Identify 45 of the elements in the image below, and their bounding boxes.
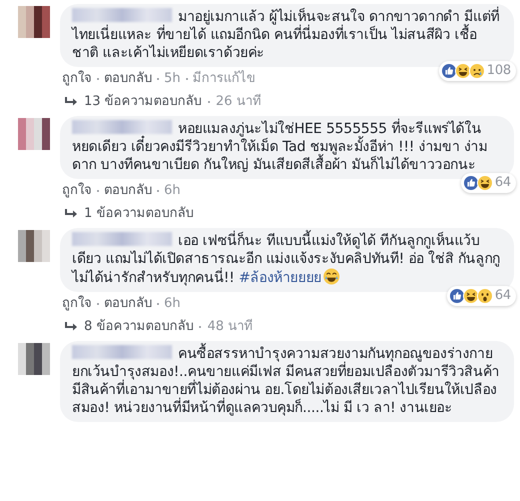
timestamp: 6h xyxy=(164,295,181,312)
haha-reaction-icon xyxy=(462,288,479,304)
separator-dot xyxy=(157,190,159,192)
replies-link[interactable]: 1 ข้อความตอบกลับ xyxy=(84,205,194,222)
replies-link[interactable]: 13 ข้อความตอบกลับ xyxy=(84,93,202,110)
reply-arrow-icon xyxy=(64,320,78,332)
haha-reaction-icon xyxy=(476,175,493,191)
avatar[interactable] xyxy=(18,118,50,150)
comment-text: มาอยู่เมกาแล้ว ผู้ไม่เห็นจะสนใจ ดากขาวดากดำ มีแต่ที่ไทยเนี่ยแหละ ที่ขายได้ แถมอีกนิด คนที่นี่มองที่เราเป็น ไม่สนสีผิว เชื้อชาติ และเค้าไม่เหยียดเราด้วยค่ะ xyxy=(72,9,500,61)
separator-dot xyxy=(186,78,188,80)
timestamp: 6h xyxy=(164,182,181,199)
separator-dot xyxy=(208,100,210,102)
reply-link[interactable]: ตอบกลับ xyxy=(104,295,152,312)
separator-dot xyxy=(97,302,99,304)
reply-arrow-icon xyxy=(64,208,78,220)
like-link[interactable]: ถูกใจ xyxy=(62,182,92,199)
reply-link[interactable]: ตอบกลับ xyxy=(104,182,152,199)
avatar[interactable] xyxy=(18,230,50,262)
timestamp: 5h xyxy=(164,70,181,87)
reaction-count: 64 xyxy=(494,287,511,305)
comment-text: หอยแมลงภู่นะไม่ใช่HEE 5555555 ที่จะรีแพร่ได้ในหยดเดียว เดี๋ยวคงมีรีวิวยาทำให้เม็ด Tad ชมพูละมั้งอีห่า !!! ง่ามขา ง่ามดาก บางทีคนขาเบียด กันใหญ่ มันเสียดสีเสื้อผ้า มันก็ไม่ได้ขาววอกนะ xyxy=(72,121,488,173)
reply-link[interactable]: ตอบกลับ xyxy=(104,70,152,87)
like-reaction-icon xyxy=(448,288,465,304)
reaction-count: 64 xyxy=(494,174,511,192)
like-reaction-icon xyxy=(462,175,479,191)
separator-dot xyxy=(97,190,99,192)
laughing-emoji-icon xyxy=(323,268,340,285)
avatar[interactable] xyxy=(18,6,50,38)
wow-reaction-icon xyxy=(476,288,493,304)
separator-dot xyxy=(97,78,99,80)
like-link[interactable]: ถูกใจ xyxy=(62,70,92,87)
haha-reaction-icon xyxy=(454,63,471,79)
sad-reaction-icon xyxy=(468,63,485,79)
separator-dot xyxy=(157,302,159,304)
hashtag-link[interactable]: #ล้องห้ายยยย xyxy=(238,270,322,286)
separator-dot xyxy=(199,326,202,328)
avatar[interactable] xyxy=(18,343,50,375)
reply-arrow-icon xyxy=(64,96,78,108)
like-link[interactable]: ถูกใจ xyxy=(62,295,92,312)
reaction-count: 108 xyxy=(486,62,511,80)
like-reaction-icon xyxy=(440,63,457,79)
reply-time: 48 นาที xyxy=(207,318,254,335)
replies-link[interactable]: 8 ข้อความตอบกลับ xyxy=(84,318,194,335)
reply-time: 26 นาที xyxy=(216,93,262,110)
separator-dot xyxy=(157,78,159,80)
